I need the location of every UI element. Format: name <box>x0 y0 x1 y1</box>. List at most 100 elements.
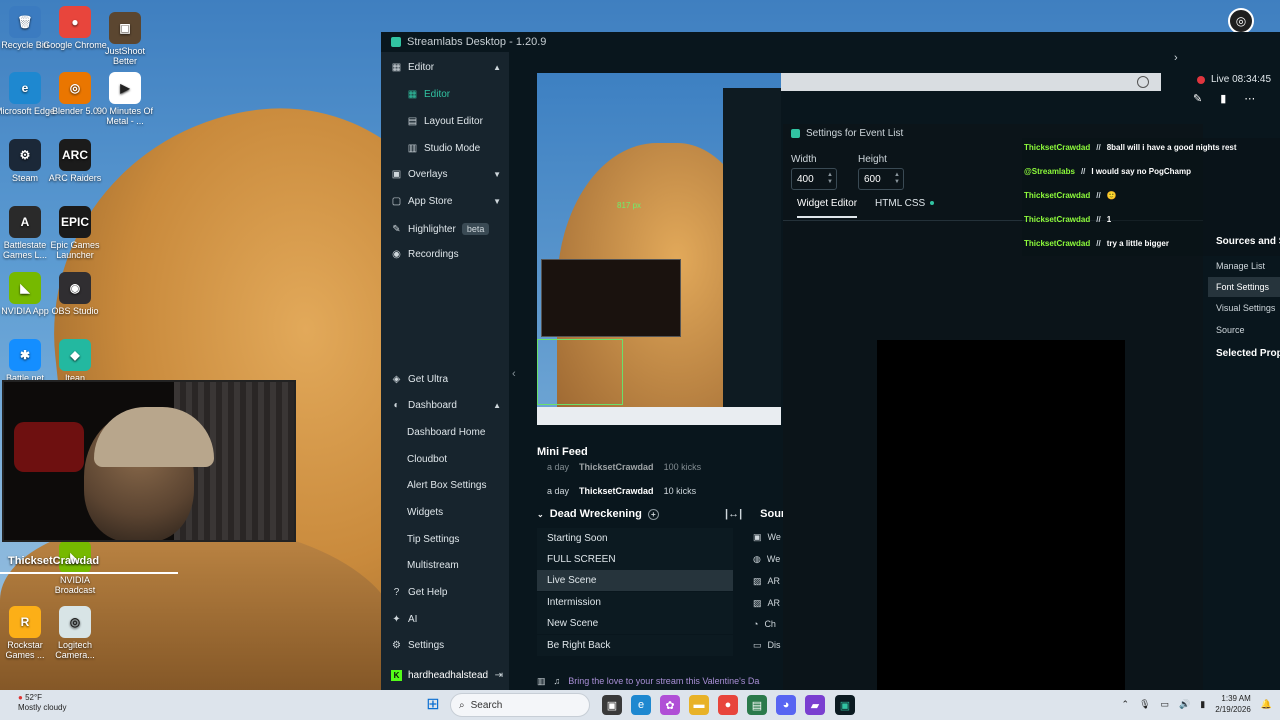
sidebar-item-get-help[interactable]: ? Get Help <box>391 587 509 598</box>
source-item[interactable]: ▣ We <box>753 532 781 543</box>
sidebar-item-alert-box[interactable]: Alert Box Settings <box>407 480 509 491</box>
edit-icon[interactable]: ✎ <box>1193 92 1202 105</box>
source-item[interactable]: ▭ Dis <box>753 640 781 651</box>
file-explorer-icon[interactable]: ▬ <box>689 695 709 715</box>
slash-icon: // <box>1096 215 1101 224</box>
panel-item-visual-settings[interactable]: Visual Settings <box>1208 298 1280 318</box>
desktop-icon[interactable]: ◎ Logitech Camera... <box>43 606 107 660</box>
task-view-icon[interactable]: ▣ <box>602 695 622 715</box>
xbox-icon[interactable]: ◎ <box>1228 8 1254 34</box>
panel-item-manage-list[interactable]: Manage List <box>1208 256 1280 276</box>
add-scene-icon[interactable]: + <box>647 508 659 520</box>
chevron-down-icon: ⌄ <box>537 509 544 519</box>
panel-item-font-settings[interactable]: Font Settings <box>1208 277 1280 297</box>
feed-detail: 10 kicks <box>663 486 697 496</box>
sidebar-item-recordings[interactable]: ◉ Recordings <box>391 249 509 260</box>
source-label: AR <box>767 598 781 608</box>
app-icon[interactable]: ▰ <box>805 695 825 715</box>
sidebar-item-dashboard[interactable]: ◐ Dashboard ▲ <box>391 400 509 411</box>
split-icon[interactable]: |↔| <box>725 508 742 520</box>
sidebar-item-overlays[interactable]: ▣ Overlays ▼ <box>391 169 509 180</box>
desktop-icon[interactable]: ▶ 90 Minutes Of Metal - ... <box>93 72 157 126</box>
desktop-icon[interactable]: ◆ Itean <box>43 339 107 383</box>
width-input[interactable]: 400 ▲ ▼ <box>791 168 837 190</box>
notepad-icon[interactable]: ▤ <box>747 695 767 715</box>
battery-icon[interactable]: ▮ <box>1200 699 1205 710</box>
promo-banner[interactable]: ▥ ♫ Bring the love to your stream this V… <box>531 672 781 690</box>
sidebar-item-editor-sub[interactable]: ▦ Editor <box>407 89 509 100</box>
discord-icon[interactable]: ◕ <box>776 695 796 715</box>
desktop-icon-label: Logitech Camera... <box>55 640 95 660</box>
stepper-icon[interactable]: ▲ ▼ <box>894 172 900 186</box>
volume-icon[interactable]: 🔊 <box>1179 699 1190 710</box>
account-row[interactable]: K hardheadhalstead ⇥ <box>391 670 509 681</box>
source-item[interactable]: ◍ We <box>753 554 780 565</box>
collapse-sidebar-icon[interactable]: ‹ <box>512 368 516 380</box>
taskbar-search[interactable]: ⌕ Search <box>450 693 590 717</box>
chrome-icon[interactable]: ● <box>718 695 738 715</box>
scene-item[interactable]: Be Right Back <box>537 635 733 656</box>
chevron-up-icon[interactable]: ⌃ <box>1122 699 1130 710</box>
panel-item-source[interactable]: Source <box>1208 320 1280 340</box>
copilot-icon[interactable]: ✿ <box>660 695 680 715</box>
sidebar-label: Editor <box>424 89 451 100</box>
source-item[interactable]: ▨ AR <box>753 598 780 609</box>
source-label: We <box>766 554 781 564</box>
preview-selection-box[interactable] <box>537 339 623 405</box>
notification-icon[interactable]: 🔔 <box>1261 699 1272 710</box>
sidebar-item-editor[interactable]: ▦ Editor ▲ <box>391 62 509 73</box>
desktop-icon[interactable]: EPIC Epic Games Launcher <box>43 206 107 260</box>
desktop-icon[interactable]: ◣ NVIDIA Broadcast <box>43 541 107 595</box>
feed-time: a day <box>547 486 570 496</box>
source-item[interactable]: ◔ Ch <box>753 619 776 629</box>
mic-icon[interactable]: 🎙 <box>1139 699 1150 710</box>
sidebar-item-ai[interactable]: ✦ AI <box>391 614 509 625</box>
store-icon: ▢ <box>391 196 402 207</box>
desktop-icon[interactable]: ARC ARC Raiders <box>43 139 107 183</box>
scene-item[interactable]: FULL SCREEN <box>537 549 733 570</box>
sidebar-item-multistream[interactable]: Multistream <box>407 560 509 571</box>
weather-widget[interactable]: ● 52°F Mostly cloudy <box>18 693 66 713</box>
sidebar-item-layout-editor[interactable]: ▤ Layout Editor <box>407 116 509 127</box>
scene-item[interactable]: Intermission <box>537 592 733 613</box>
sidebar-item-app-store[interactable]: ▢ App Store ▼ <box>391 196 509 207</box>
clock[interactable]: 1:39 AM 2/19/2026 <box>1215 693 1251 715</box>
share-icon[interactable]: ⋯ <box>1244 92 1255 105</box>
desktop-icon[interactable]: ▣ JustShoot Better <box>93 12 157 66</box>
sidebar-item-highlighter[interactable]: ✎ Highlighter beta <box>391 223 509 235</box>
streamlabs-taskbar-icon[interactable]: ▣ <box>835 695 855 715</box>
windows-start-icon[interactable]: ⊞ <box>424 696 442 714</box>
edge-icon[interactable]: e <box>631 695 651 715</box>
chevron-right-icon[interactable]: › <box>1174 52 1178 64</box>
scene-item[interactable]: Starting Soon <box>537 528 733 549</box>
scene-item-selected[interactable]: Live Scene <box>537 570 733 591</box>
stepper-icon[interactable]: ▲ ▼ <box>827 172 833 186</box>
clock-time: 1:39 AM <box>1221 694 1251 703</box>
height-input[interactable]: 600 ▲ ▼ <box>858 168 904 190</box>
chat-text: try a little bigger <box>1106 239 1169 248</box>
preview-webcam-source[interactable] <box>541 259 681 337</box>
ultra-icon: ◈ <box>392 374 401 385</box>
logout-icon[interactable]: ⇥ <box>495 670 503 681</box>
sidebar-item-settings[interactable]: ⚙ Settings <box>391 640 509 651</box>
stream-preview[interactable]: 817 px <box>537 73 781 425</box>
sidebar-item-tip-settings[interactable]: Tip Settings <box>407 534 509 545</box>
sidebar-item-cloudbot[interactable]: Cloudbot <box>407 454 509 465</box>
sidebar-item-studio-mode[interactable]: ▥ Studio Mode <box>407 143 509 154</box>
feed-name: ThicksetCrawdad <box>579 462 654 472</box>
streamlabs-logo-icon <box>391 37 401 47</box>
sidebar-item-dashboard-home[interactable]: Dashboard Home <box>407 427 509 438</box>
source-label: Ch <box>764 619 776 629</box>
window-source-icon: ▣ <box>753 532 762 542</box>
tab-widget-editor[interactable]: Widget Editor <box>797 198 858 218</box>
scene-item[interactable]: New Scene <box>537 613 733 634</box>
feed-detail: 100 kicks <box>663 462 702 472</box>
sidebar-item-get-ultra[interactable]: ◈ Get Ultra <box>391 374 509 385</box>
source-item[interactable]: ▨ AR <box>753 576 780 587</box>
save-icon[interactable]: ▮ <box>1220 92 1226 105</box>
desktop-icon[interactable]: ◉ OBS Studio <box>43 272 107 316</box>
tab-html-css[interactable]: HTML CSS <box>875 198 935 218</box>
network-icon[interactable]: ▭ <box>1161 699 1170 710</box>
dashboard-icon: ◐ <box>393 400 400 411</box>
sidebar-item-widgets[interactable]: Widgets <box>407 507 509 518</box>
